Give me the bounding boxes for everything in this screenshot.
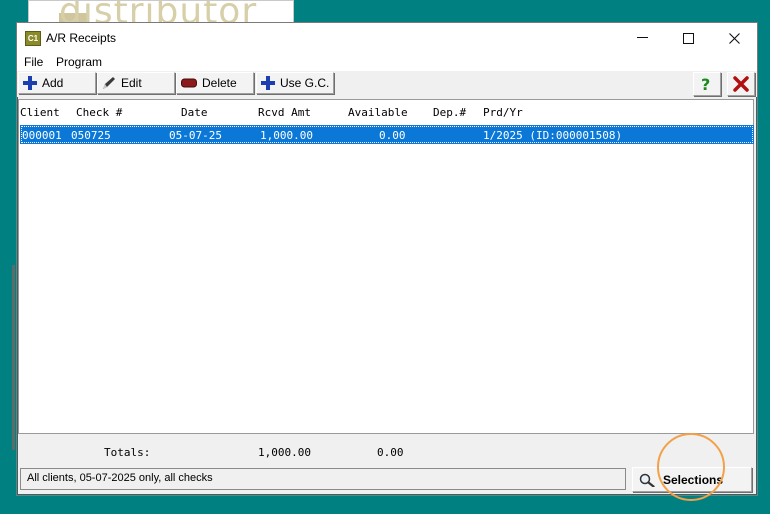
- app-icon: C1: [25, 31, 41, 46]
- toolbar: Add Edit Delete Use G.C. ?: [17, 71, 757, 97]
- column-header-prd-yr[interactable]: Prd/Yr: [483, 106, 523, 119]
- edit-label: Edit: [121, 76, 142, 90]
- selections-button[interactable]: Selections: [632, 467, 752, 492]
- close-window-button[interactable]: [711, 23, 757, 53]
- menu-file[interactable]: File: [24, 55, 43, 69]
- totals-label: Totals:: [104, 446, 151, 459]
- background-window-edge: [12, 265, 15, 450]
- receipts-grid[interactable]: Client Check # Date Rcvd Amt Available D…: [18, 99, 754, 434]
- add-label: Add: [42, 76, 64, 90]
- plus-icon: [23, 76, 37, 90]
- minimize-button[interactable]: [619, 23, 665, 53]
- magnifier-icon: [639, 473, 655, 487]
- window-title: A/R Receipts: [46, 31, 117, 45]
- cell-prd-yr: 1/2025 (ID:000001508): [483, 129, 623, 142]
- cell-check: 050725: [71, 129, 111, 142]
- eraser-icon: [181, 78, 197, 88]
- cell-client: 000001: [22, 129, 62, 142]
- totals-bar: Totals: 1,000.00 0.00: [17, 436, 757, 464]
- table-row[interactable]: 000001 050725 05-07-25 1,000.00 0.00 1/2…: [20, 125, 754, 144]
- delete-button[interactable]: Delete: [176, 72, 254, 94]
- ar-receipts-window: C1 A/R Receipts File Program Add Edit De…: [16, 22, 758, 501]
- help-button[interactable]: ?: [693, 72, 721, 96]
- selections-label: Selections: [663, 472, 724, 487]
- totals-available: 0.00: [377, 446, 404, 459]
- add-button[interactable]: Add: [18, 72, 96, 94]
- column-header-check[interactable]: Check #: [76, 106, 122, 119]
- red-x-icon: [733, 76, 749, 92]
- totals-rcvd-amt: 1,000.00: [258, 446, 311, 459]
- delete-label: Delete: [202, 76, 237, 90]
- question-icon: ?: [701, 76, 710, 92]
- edit-button[interactable]: Edit: [97, 72, 175, 94]
- column-header-available[interactable]: Available: [348, 106, 408, 119]
- cell-date: 05-07-25: [169, 129, 222, 142]
- svg-text:?: ?: [701, 76, 710, 92]
- status-text: All clients, 05-07-2025 only, all checks: [20, 468, 626, 490]
- column-header-date[interactable]: Date: [181, 106, 208, 119]
- plus-icon: [261, 76, 275, 90]
- title-bar[interactable]: C1 A/R Receipts: [17, 23, 757, 53]
- use-gc-button[interactable]: Use G.C.: [256, 72, 334, 94]
- exit-button[interactable]: [727, 72, 755, 96]
- column-header-dep[interactable]: Dep.#: [433, 106, 466, 119]
- maximize-icon: [682, 32, 694, 44]
- pencil-icon: [103, 77, 115, 89]
- cell-available: 0.00: [379, 129, 406, 142]
- column-header-client[interactable]: Client: [20, 106, 60, 119]
- cell-rcvd-amt: 1,000.00: [260, 129, 313, 142]
- close-icon: [728, 32, 740, 44]
- minimize-icon: [636, 37, 648, 38]
- maximize-button[interactable]: [665, 23, 711, 53]
- column-header-rcvd-amt[interactable]: Rcvd Amt: [258, 106, 311, 119]
- background-app-text: distributor: [59, 0, 258, 24]
- use-gc-label: Use G.C.: [280, 76, 330, 90]
- menu-program[interactable]: Program: [56, 55, 102, 69]
- menu-bar: File Program: [17, 53, 757, 71]
- background-window: distributor: [28, 0, 294, 24]
